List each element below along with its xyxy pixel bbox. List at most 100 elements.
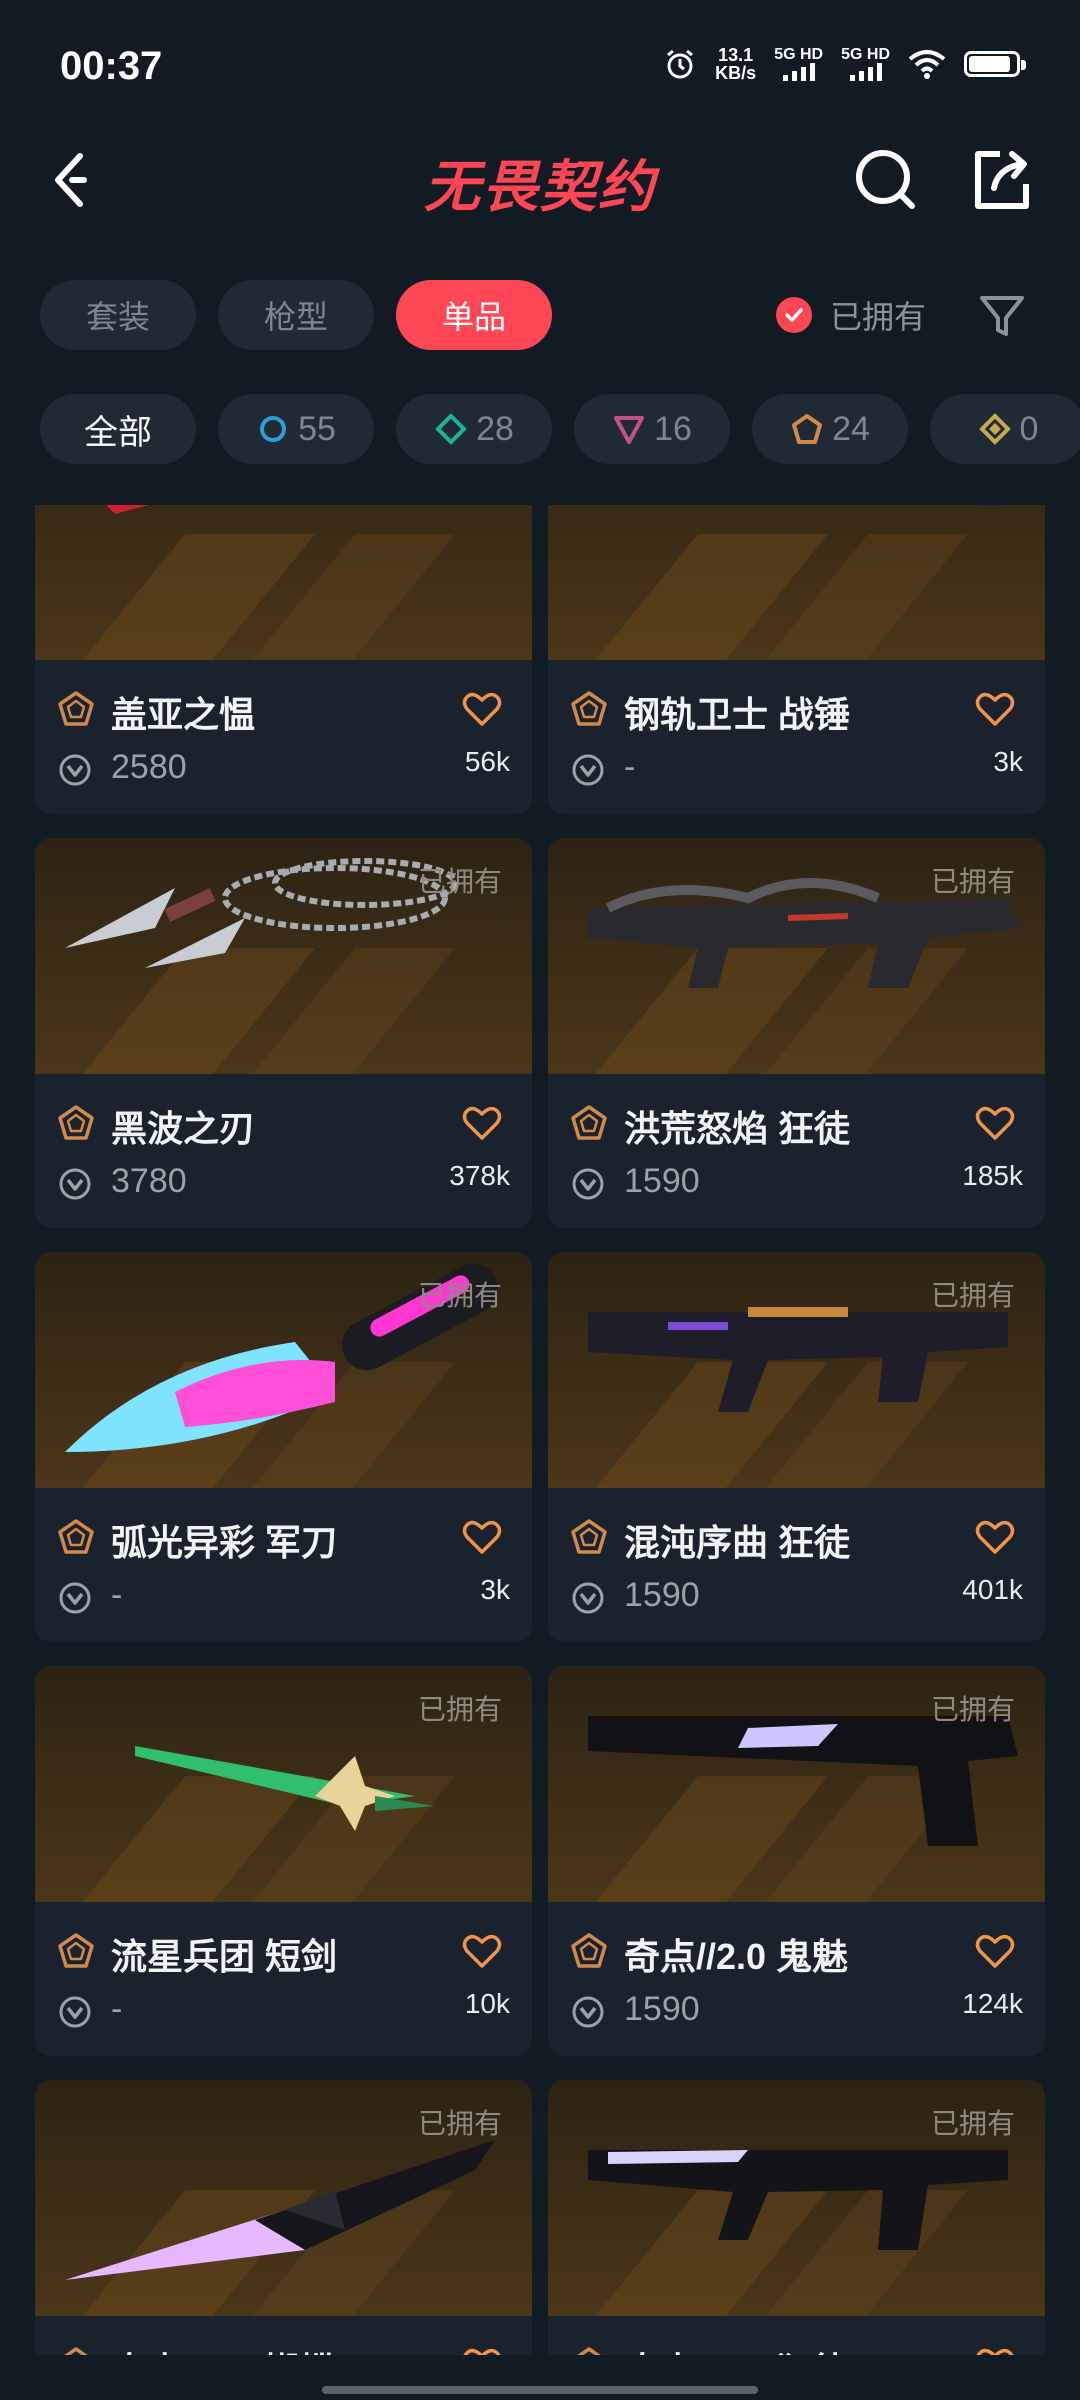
tab-single-item[interactable]: 单品 — [396, 280, 553, 350]
item-name: 钢轨卫士 战锤 — [624, 694, 851, 735]
chip-select-tier[interactable]: 55 — [218, 394, 374, 464]
heart-icon[interactable] — [462, 2346, 502, 2355]
exclusive-tier-icon — [571, 1933, 607, 1968]
item-card[interactable]: 已拥有 奇点//2.0 蝴蝶刀 — [35, 2080, 532, 2355]
item-card[interactable]: 钢轨卫士 战锤 - 3k — [548, 505, 1045, 814]
item-name: 奇点//2.0 鬼魅 — [624, 1936, 849, 1977]
item-info: 奇点//2.0 鬼魅 1590 124k — [548, 1902, 1045, 2056]
item-image: 已拥有 — [35, 2080, 532, 2316]
tab-bundle[interactable]: 套装 — [40, 280, 197, 350]
exclusive-tier-icon — [64, 2347, 88, 2355]
tier-chips: 全部 55 28 16 24 0 — [40, 394, 1080, 464]
weapon-art — [631, 505, 1005, 509]
item-card[interactable]: 已拥有 流星兵团 短剑 - 10k — [35, 1666, 532, 2056]
heart-icon[interactable] — [975, 690, 1015, 728]
signal-2-label: 5G HD — [841, 46, 890, 63]
vp-currency-icon — [572, 1582, 604, 1614]
item-info: 混沌序曲 狂徒 1590 401k — [548, 1488, 1045, 1642]
chip-ultra-tier[interactable]: 0 — [930, 394, 1080, 464]
chip-count: 0 — [1019, 409, 1039, 448]
heart-icon[interactable] — [975, 1932, 1015, 1970]
heart-icon[interactable] — [462, 690, 502, 728]
status-icons: 13.1 KB/s 5G HD 5G HD — [663, 44, 1026, 84]
exclusive-tier-icon — [792, 414, 823, 444]
check-icon[interactable] — [776, 297, 812, 333]
chip-premium-tier[interactable]: 16 — [574, 394, 730, 464]
item-grid-viewport[interactable]: 盖亚之愠 2580 56k 钢轨卫士 战锤 - 3k 已拥有 黑波之刃 3780… — [0, 505, 1080, 2355]
chip-all[interactable]: 全部 — [40, 394, 196, 464]
item-price: 1590 — [624, 1576, 700, 1614]
alarm-icon — [667, 49, 694, 79]
item-info: 盖亚之愠 2580 56k — [35, 660, 532, 814]
heart-icon[interactable] — [462, 1104, 502, 1142]
heart-icon[interactable] — [462, 1932, 502, 1970]
chip-exclusive-tier[interactable]: 24 — [752, 394, 908, 464]
item-card[interactable]: 盖亚之愠 2580 56k — [35, 505, 532, 814]
vp-currency-icon — [572, 754, 604, 786]
item-name: 洪荒怒焰 狂徒 — [624, 1108, 851, 1149]
item-card[interactable]: 已拥有 奇点//2.0 狂徒 — [548, 2080, 1045, 2355]
back-arrow-icon[interactable] — [40, 140, 120, 220]
item-image: 已拥有 — [548, 1666, 1045, 1902]
weapon-art — [106, 505, 150, 514]
status-time: 00:37 — [60, 44, 163, 88]
item-card[interactable]: 已拥有 奇点//2.0 鬼魅 1590 124k — [548, 1666, 1045, 2056]
net-speed-value: 13.1 — [718, 45, 754, 65]
item-image: 已拥有 — [35, 1666, 532, 1902]
owned-filter-toggle[interactable]: 已拥有 — [776, 292, 926, 338]
deluxe-tier-icon — [435, 413, 467, 445]
share-icon[interactable] — [960, 140, 1040, 220]
item-price: - — [624, 748, 636, 786]
exclusive-tier-icon — [577, 2347, 601, 2355]
home-indicator[interactable] — [322, 2386, 758, 2394]
signal-bars-icon — [849, 63, 882, 81]
tab-weapon-type[interactable]: 枪型 — [218, 280, 375, 350]
item-card[interactable]: 已拥有 黑波之刃 3780 378k — [35, 838, 532, 1228]
net-speed: 13.1 KB/s — [715, 46, 756, 82]
filter-icon[interactable] — [976, 290, 1028, 342]
battery-icon — [964, 51, 1026, 77]
item-info: 奇点//2.0 狂徒 — [548, 2316, 1045, 2355]
heart-icon[interactable] — [975, 1518, 1015, 1556]
item-image: 已拥有 — [548, 2080, 1045, 2316]
item-info: 钢轨卫士 战锤 - 3k — [548, 660, 1045, 814]
chip-count: 24 — [832, 409, 870, 448]
item-name: 盖亚之愠 — [111, 694, 256, 735]
signal-2: 5G HD — [841, 47, 890, 81]
chip-count: 16 — [654, 409, 692, 448]
item-name: 黑波之刃 — [111, 1108, 256, 1149]
item-image: 已拥有 — [548, 838, 1045, 1074]
ultra-tier-icon — [978, 413, 1011, 445]
chip-deluxe-tier[interactable]: 28 — [396, 394, 552, 464]
signal-1-label: 5G HD — [774, 46, 824, 63]
item-name: 奇点//2.0 狂徒 — [624, 2342, 848, 2355]
net-speed-unit: KB/s — [715, 63, 757, 83]
heart-icon[interactable] — [975, 1104, 1015, 1142]
item-card[interactable]: 已拥有 洪荒怒焰 狂徒 1590 185k — [548, 838, 1045, 1228]
item-image: 已拥有 — [35, 1252, 532, 1488]
search-icon[interactable] — [846, 140, 926, 220]
item-likes: 56k — [464, 746, 510, 777]
item-likes: 10k — [464, 1988, 510, 2019]
vp-currency-icon — [59, 1582, 91, 1614]
exclusive-tier-icon — [58, 691, 94, 726]
item-price: 2580 — [111, 748, 187, 786]
item-name: 弧光异彩 军刀 — [111, 1522, 338, 1563]
item-name: 混沌序曲 狂徒 — [624, 1522, 851, 1563]
heart-icon[interactable] — [975, 2346, 1015, 2355]
item-price: 3780 — [111, 1162, 187, 1200]
item-info: 弧光异彩 军刀 - 3k — [35, 1488, 532, 1642]
item-info: 洪荒怒焰 狂徒 1590 185k — [548, 1074, 1045, 1228]
vp-currency-icon — [59, 1996, 91, 2028]
item-name: 流星兵团 短剑 — [111, 1936, 338, 1977]
item-likes: 124k — [962, 1988, 1023, 2019]
owned-tag: 已拥有 — [417, 1280, 502, 1311]
item-price: 1590 — [624, 1990, 700, 2028]
item-card[interactable]: 已拥有 混沌序曲 狂徒 1590 401k — [548, 1252, 1045, 1642]
select-tier-icon — [260, 416, 287, 442]
chip-count: 28 — [476, 409, 514, 448]
exclusive-tier-icon — [58, 1105, 94, 1140]
heart-icon[interactable] — [462, 1518, 502, 1556]
item-card[interactable]: 已拥有 弧光异彩 军刀 - 3k — [35, 1252, 532, 1642]
item-likes: 401k — [962, 1574, 1023, 1605]
